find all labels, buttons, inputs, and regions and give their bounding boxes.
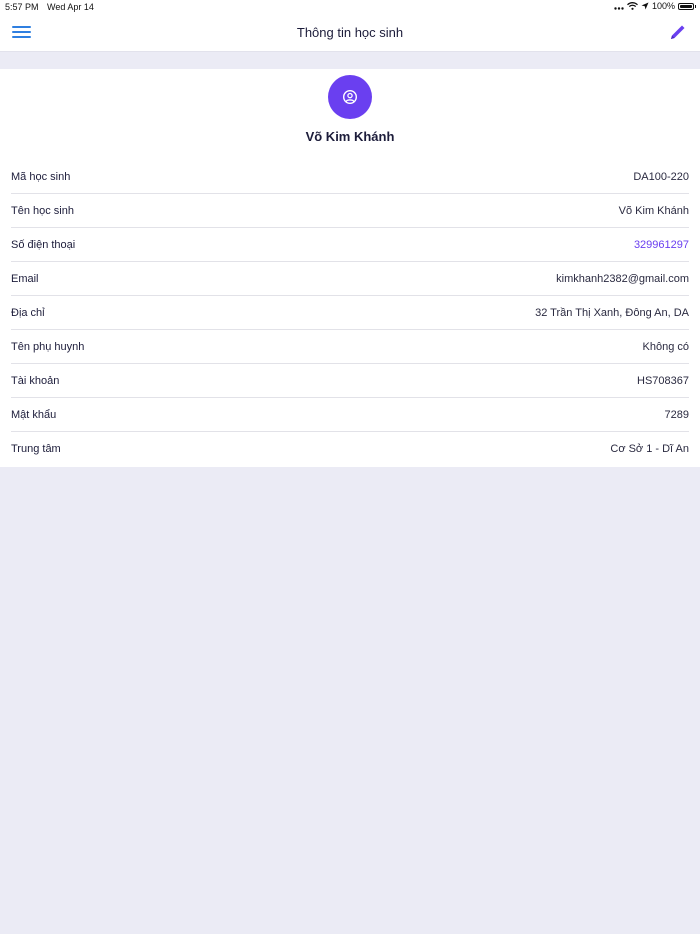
info-label: Email	[11, 272, 39, 285]
status-left: 5:57 PM Wed Apr 14	[5, 2, 100, 12]
info-label: Tên học sinh	[11, 204, 74, 217]
info-row-password: Mật khẩu 7289	[11, 398, 689, 432]
status-right: 100%	[614, 1, 696, 11]
info-row-address: Địa chỉ 32 Trần Thị Xanh, Đông An, DA	[11, 296, 689, 330]
info-value: HS708367	[637, 374, 689, 387]
hamburger-menu-icon[interactable]	[12, 24, 32, 40]
user-circle-icon	[328, 75, 372, 119]
status-date: Wed Apr 14	[47, 2, 94, 12]
info-label: Tài khoản	[11, 374, 60, 387]
info-row-email: Email kimkhanh2382@gmail.com	[11, 262, 689, 296]
phone-link[interactable]: 329961297	[634, 239, 689, 251]
status-bar: 5:57 PM Wed Apr 14 100%	[0, 0, 700, 14]
info-value: kimkhanh2382@gmail.com	[556, 272, 689, 285]
battery-level	[680, 4, 692, 8]
info-row-student-id: Mã học sinh DA100-220	[11, 160, 689, 194]
wifi-icon	[627, 2, 638, 10]
location-arrow-icon	[641, 2, 649, 10]
info-row-phone: Số điện thoại 329961297	[11, 228, 689, 262]
info-value: DA100-220	[633, 170, 689, 183]
info-row-student-name: Tên học sinh Võ Kim Khánh	[11, 194, 689, 228]
info-row-parent-name: Tên phụ huynh Không có	[11, 330, 689, 364]
info-row-center: Trung tâm Cơ Sở 1 - Dĩ An	[11, 432, 689, 466]
navigation-bar: Thông tin học sinh	[0, 14, 700, 52]
info-value: 32 Trần Thị Xanh, Đông An, DA	[535, 306, 689, 319]
signal-icon	[614, 6, 624, 10]
info-label: Mã học sinh	[11, 170, 71, 183]
info-label: Trung tâm	[11, 443, 61, 455]
info-list: Mã học sinh DA100-220 Tên học sinh Võ Ki…	[11, 160, 689, 466]
status-time: 5:57 PM	[5, 2, 39, 12]
info-value: Không có	[642, 340, 689, 353]
student-name: Võ Kim Khánh	[305, 129, 395, 144]
info-label: Mật khẩu	[11, 408, 57, 421]
info-value: Cơ Sở 1 - Dĩ An	[610, 443, 689, 455]
info-label: Địa chỉ	[11, 306, 45, 319]
page-title: Thông tin học sinh	[296, 25, 404, 40]
info-row-account: Tài khoản HS708367	[11, 364, 689, 398]
student-info-card: Võ Kim Khánh Mã học sinh DA100-220 Tên h…	[0, 69, 700, 467]
pencil-icon[interactable]	[669, 23, 687, 41]
battery-percentage: 100%	[651, 1, 675, 11]
info-value: 7289	[664, 408, 689, 421]
info-label: Số điện thoại	[11, 238, 76, 251]
info-value: Võ Kim Khánh	[618, 204, 689, 217]
battery-icon	[678, 2, 696, 10]
info-label: Tên phụ huynh	[11, 340, 85, 353]
